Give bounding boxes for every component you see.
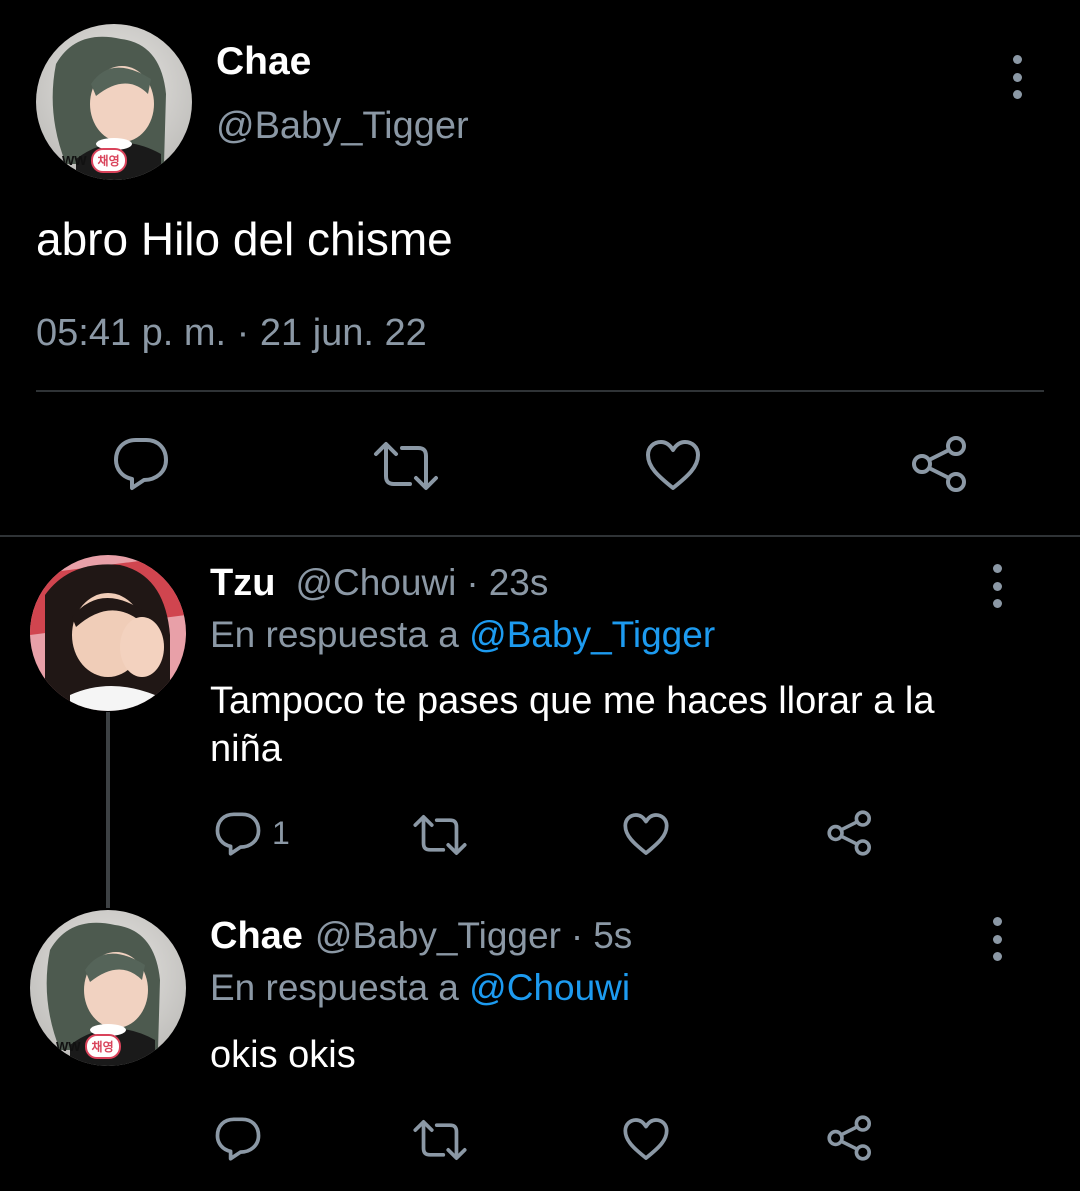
badge-prefix: WW <box>62 153 87 168</box>
divider <box>36 390 1044 392</box>
reply-context: En respuesta a @Chouwi <box>210 967 630 1009</box>
tweet-time[interactable]: 23s <box>489 562 549 604</box>
reply-header: Chae @Baby_Tigger · 5s <box>210 915 632 958</box>
reply-count: 1 <box>272 815 290 851</box>
like-icon[interactable] <box>622 811 670 857</box>
mention-link[interactable]: @Baby_Tigger <box>469 614 715 655</box>
reply-icon[interactable] <box>214 1116 262 1162</box>
share-icon[interactable] <box>826 809 874 857</box>
avatar-chae[interactable]: WW 채영 <box>30 910 186 1066</box>
separator: · <box>570 915 584 956</box>
tweet-text: abro Hilo del chisme <box>36 213 453 265</box>
avatar-badge: WW 채영 <box>62 148 127 173</box>
badge-prefix: WW <box>56 1039 81 1054</box>
handle[interactable]: @Chouwi <box>295 562 456 604</box>
reply-context: En respuesta a @Baby_Tigger <box>210 614 715 656</box>
more-options-icon[interactable] <box>1010 55 1024 99</box>
reply-header: Tzu @Chouwi · 23s <box>210 562 548 605</box>
handle[interactable]: @Baby_Tigger <box>315 915 561 957</box>
display-name[interactable]: Chae <box>210 915 303 958</box>
retweet-icon[interactable] <box>412 1118 468 1162</box>
avatar-badge: WW 채영 <box>56 1034 121 1059</box>
like-icon[interactable] <box>644 438 702 492</box>
retweet-icon[interactable] <box>412 813 468 857</box>
retweet-icon[interactable] <box>372 440 440 492</box>
tweet-text: Tampoco te pases que me haces llorar a l… <box>210 680 935 770</box>
mention-link[interactable]: @Chouwi <box>469 967 630 1008</box>
divider <box>0 535 1080 537</box>
separator: · <box>466 562 479 603</box>
display-name[interactable]: Chae <box>216 40 311 84</box>
badge-text: 채영 <box>90 148 127 173</box>
reply-prefix: En respuesta a <box>210 614 459 655</box>
tweet-time[interactable]: 5s <box>593 915 632 957</box>
handle[interactable]: @Baby_Tigger <box>216 105 469 148</box>
avatar-chae[interactable]: WW 채영 <box>36 24 192 180</box>
share-icon[interactable] <box>910 434 970 494</box>
more-options-icon[interactable] <box>990 917 1004 961</box>
share-icon[interactable] <box>826 1114 874 1162</box>
reply-icon[interactable] <box>214 811 262 857</box>
more-options-icon[interactable] <box>990 564 1004 608</box>
display-name[interactable]: Tzu <box>210 562 275 605</box>
badge-text: 채영 <box>84 1034 121 1059</box>
thread-line <box>106 712 110 908</box>
reply-prefix: En respuesta a <box>210 967 459 1008</box>
like-icon[interactable] <box>622 1116 670 1162</box>
tweet-timestamp[interactable]: 05:41 p. m. · 21 jun. 22 <box>36 312 427 355</box>
tweet-text: okis okis <box>210 1034 356 1076</box>
reply-icon[interactable] <box>112 436 170 492</box>
avatar-tzu[interactable] <box>30 555 186 711</box>
